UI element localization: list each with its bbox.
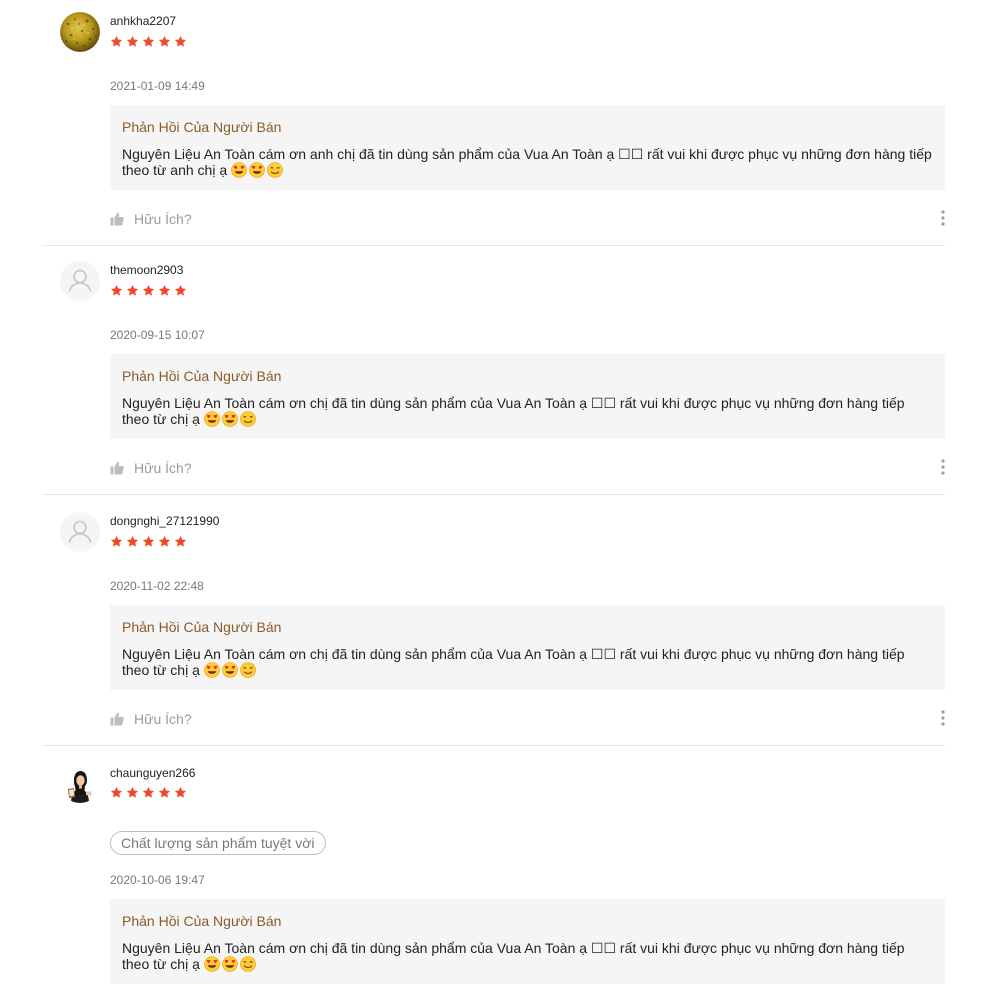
avatar[interactable] — [60, 261, 100, 301]
helpful-button[interactable]: Hữu Ích? — [110, 711, 192, 727]
more-options-button[interactable] — [937, 709, 949, 727]
review-date: 2020-09-15 10:07 — [110, 328, 205, 342]
seller-reply-text: Nguyên Liệu An Toàn cám ơn chị đã tin dù… — [122, 940, 933, 972]
seller-reply-title: Phản Hồi Của Người Bán — [122, 368, 282, 384]
yum-emoji-icon — [267, 162, 283, 178]
yum-emoji-icon — [240, 411, 256, 427]
seller-reply-text: Nguyên Liệu An Toàn cám ơn chị đã tin dù… — [122, 395, 933, 427]
review-item: dongnghi_27121990 2020-11-02 22:48 Phản … — [0, 500, 995, 747]
reviewer-username[interactable]: chaunguyen266 — [110, 766, 195, 780]
avatar[interactable] — [60, 12, 100, 52]
star-icon — [126, 35, 139, 48]
thumbs-up-icon — [110, 461, 124, 475]
avatar[interactable] — [60, 763, 100, 803]
review-item: chaunguyen266 Chất lượng sản phẩm tuyệt … — [0, 751, 995, 995]
star-icon — [126, 786, 139, 799]
review-item: anhkha2207 2021-01-09 14:49 Phản Hồi Của… — [0, 0, 995, 246]
star-icon — [142, 284, 155, 297]
more-vertical-icon — [941, 710, 945, 726]
heart-eyes-emoji-icon — [204, 662, 220, 678]
star-icon — [174, 786, 187, 799]
review-divider — [42, 245, 945, 246]
star-icon — [142, 786, 155, 799]
review-date: 2021-01-09 14:49 — [110, 79, 205, 93]
review-date: 2020-11-02 22:48 — [110, 579, 204, 593]
avatar[interactable] — [60, 512, 100, 552]
reviewer-username[interactable]: dongnghi_27121990 — [110, 514, 219, 528]
star-icon — [174, 284, 187, 297]
seller-reply-title: Phản Hồi Của Người Bán — [122, 119, 282, 135]
more-options-button[interactable] — [937, 209, 949, 227]
heart-eyes-emoji-icon — [231, 162, 247, 178]
reply-emojis — [204, 411, 256, 427]
heart-eyes-emoji-icon — [222, 662, 238, 678]
star-icon — [158, 284, 171, 297]
more-vertical-icon — [941, 210, 945, 226]
star-icon — [174, 535, 187, 548]
helpful-label: Hữu Ích? — [134, 711, 192, 727]
rating-stars — [110, 35, 187, 49]
rating-stars — [110, 535, 187, 549]
default-user-icon — [60, 261, 100, 301]
star-icon — [110, 535, 123, 548]
more-options-button[interactable] — [937, 458, 949, 476]
star-icon — [110, 35, 123, 48]
avatar-image — [60, 763, 100, 803]
heart-eyes-emoji-icon — [222, 411, 238, 427]
review-date: 2020-10-06 19:47 — [110, 873, 205, 887]
star-icon — [110, 786, 123, 799]
review-tag: Chất lượng sản phẩm tuyệt vời — [110, 831, 326, 855]
seller-reply: Phản Hồi Của Người Bán Nguyên Liệu An To… — [110, 899, 945, 984]
more-vertical-icon — [941, 459, 945, 475]
thumbs-up-icon — [110, 712, 124, 726]
star-icon — [174, 35, 187, 48]
star-icon — [158, 35, 171, 48]
seller-reply: Phản Hồi Của Người Bán Nguyên Liệu An To… — [110, 105, 945, 190]
heart-eyes-emoji-icon — [249, 162, 265, 178]
review-divider — [42, 745, 945, 746]
yum-emoji-icon — [240, 662, 256, 678]
avatar-image — [60, 12, 100, 52]
heart-eyes-emoji-icon — [204, 411, 220, 427]
rating-stars — [110, 284, 187, 298]
seller-reply: Phản Hồi Của Người Bán Nguyên Liệu An To… — [110, 354, 945, 439]
reply-emojis — [231, 162, 283, 178]
yum-emoji-icon — [240, 956, 256, 972]
helpful-button[interactable]: Hữu Ích? — [110, 460, 192, 476]
reply-emojis — [204, 956, 256, 972]
review-item: themoon2903 2020-09-15 10:07 Phản Hồi Củ… — [0, 249, 995, 496]
star-icon — [110, 284, 123, 297]
star-icon — [126, 535, 139, 548]
helpful-label: Hữu Ích? — [134, 211, 192, 227]
seller-reply-title: Phản Hồi Của Người Bán — [122, 913, 282, 929]
helpful-label: Hữu Ích? — [134, 460, 192, 476]
helpful-button[interactable]: Hữu Ích? — [110, 211, 192, 227]
star-icon — [142, 535, 155, 548]
reviewer-username[interactable]: themoon2903 — [110, 263, 183, 277]
review-divider — [42, 494, 945, 495]
seller-reply-title: Phản Hồi Của Người Bán — [122, 619, 282, 635]
star-icon — [126, 284, 139, 297]
reviewer-username[interactable]: anhkha2207 — [110, 14, 176, 28]
default-user-icon — [60, 512, 100, 552]
star-icon — [158, 535, 171, 548]
rating-stars — [110, 786, 187, 800]
seller-reply: Phản Hồi Của Người Bán Nguyên Liệu An To… — [110, 605, 945, 690]
heart-eyes-emoji-icon — [204, 956, 220, 972]
star-icon — [158, 786, 171, 799]
reply-emojis — [204, 662, 256, 678]
thumbs-up-icon — [110, 212, 124, 226]
seller-reply-text: Nguyên Liệu An Toàn cám ơn anh chị đã ti… — [122, 146, 933, 178]
heart-eyes-emoji-icon — [222, 956, 238, 972]
star-icon — [142, 35, 155, 48]
seller-reply-text: Nguyên Liệu An Toàn cám ơn chị đã tin dù… — [122, 646, 933, 678]
